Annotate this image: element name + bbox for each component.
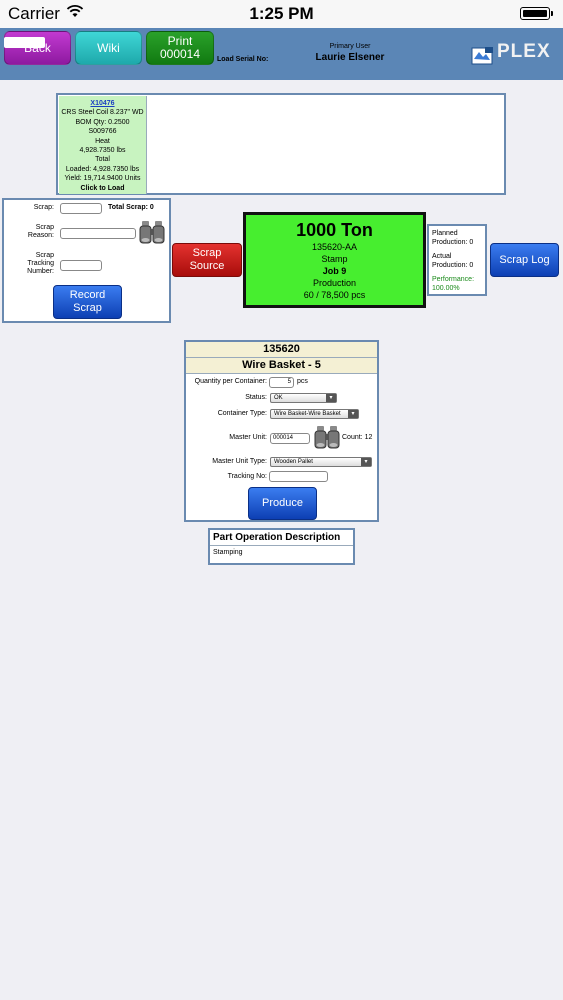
load-serial-label: Load Serial No: [217, 56, 269, 63]
workcenter-name: 1000 Ton [296, 220, 373, 240]
scrap-tracking-label-l3: Number: [27, 268, 54, 275]
record-scrap-l2: Scrap [73, 302, 102, 314]
count-text: Count: 12 [342, 434, 373, 441]
record-scrap-button[interactable]: Record Scrap [53, 285, 122, 319]
load-line: Loaded: 4,928.7350 lbs [65, 165, 140, 173]
workcenter-part: 135620-AA [311, 242, 358, 252]
scrap-reason-label: Scrap Reason: [6, 224, 54, 240]
clock: 1:25 PM [249, 4, 314, 23]
master-unit-input[interactable]: 000014 [270, 433, 310, 444]
chevron-down-icon: ▾ [348, 410, 358, 418]
scrap-reason-input[interactable] [60, 228, 136, 239]
master-unit-label: Master Unit: [229, 434, 267, 441]
load-line: BOM Qty: 0.2500 [75, 118, 130, 126]
chevron-down-icon: ▾ [361, 458, 371, 466]
tracking-label: Tracking No: [227, 473, 267, 480]
actual-value: Production: 0 [432, 262, 474, 269]
print-button[interactable]: Print 000014 [146, 31, 214, 65]
load-panel: X10476 CRS Steel Coil 8.237" WD BOM Qty:… [56, 93, 506, 195]
status-label: Status: [245, 394, 267, 401]
workcenter-job: Job 9 [322, 266, 347, 276]
scrap-reason-label-l1: Scrap [35, 224, 54, 231]
load-line: Yield: 19,714.9400 Units [64, 175, 141, 183]
part-operation-title: Part Operation Description [210, 530, 353, 546]
load-line: Heat [95, 137, 110, 145]
load-line: S009766 [88, 128, 117, 136]
primary-user-label: Primary User [329, 43, 371, 50]
scrap-tracking-label: Scrap Tracking Number: [6, 252, 54, 276]
scrap-source-l1: Scrap [192, 247, 222, 259]
chevron-down-icon: ▾ [326, 394, 336, 402]
performance-label: Performance: [432, 276, 475, 283]
planned-value: Production: 0 [432, 239, 474, 246]
battery-tip [551, 11, 553, 16]
binoculars-icon[interactable] [139, 219, 165, 250]
container-type-select[interactable]: Wire Basket-Wire Basket ▾ [270, 409, 359, 419]
qty-unit: pcs [297, 378, 308, 385]
produce-button[interactable]: Produce [248, 487, 317, 520]
scrap-log-button[interactable]: Scrap Log [490, 243, 559, 277]
part-number: 135620 [186, 342, 377, 358]
load-line: CRS Steel Coil 8.237" WD [61, 109, 144, 117]
container-type-value: Wire Basket-Wire Basket [274, 411, 341, 417]
status-value: OK [274, 395, 283, 401]
production-panel: Planned Production: 0 Actual Production:… [427, 224, 487, 296]
master-unit-type-select[interactable]: Wooden Pallet ▾ [270, 457, 372, 467]
scrap-panel: Scrap: Total Scrap: 0 Scrap Reason: Scra… [2, 198, 171, 323]
record-scrap-l1: Record [69, 289, 106, 301]
performance-value: 100.00% [432, 285, 460, 292]
click-to-load: Click to Load [80, 184, 125, 192]
binoculars-icon[interactable] [314, 424, 340, 455]
battery-icon [520, 7, 550, 20]
load-tile[interactable]: X10476 CRS Steel Coil 8.237" WD BOM Qty:… [59, 96, 147, 194]
planned-label: Planned [432, 230, 458, 237]
load-link[interactable]: X10476 [59, 99, 146, 108]
container-panel: 135620 Wire Basket - 5 Quantity per Cont… [184, 340, 379, 522]
scrap-source-button[interactable]: Scrap Source [172, 243, 242, 277]
tracking-input[interactable] [269, 471, 328, 482]
scrap-qty-input[interactable] [60, 203, 102, 214]
scrap-source-l2: Source [189, 260, 225, 272]
load-line: 4,928.7350 lbs [79, 147, 126, 155]
workcenter-operation: Stamp [321, 254, 348, 264]
container-type-label: Container Type: [217, 410, 267, 417]
total-scrap: Total Scrap: 0 [108, 204, 154, 211]
workcenter-status-text: Production [312, 278, 357, 288]
status-select[interactable]: OK ▾ [270, 393, 337, 403]
plex-logo-text: PLEX [497, 41, 551, 62]
part-operation-panel: Part Operation Description Stamping [208, 528, 355, 565]
scrap-tracking-label-l2: Tracking [27, 260, 54, 267]
load-line: Total [95, 156, 110, 164]
wiki-button[interactable]: Wiki [75, 31, 142, 65]
part-name: Wire Basket - 5 [186, 358, 377, 374]
actual-label: Actual [432, 253, 452, 260]
header-tab[interactable] [4, 37, 45, 48]
workcenter-status[interactable]: 1000 Ton 135620-AA Stamp Job 9 Productio… [243, 212, 426, 308]
workcenter-count: 60 / 78,500 pcs [303, 290, 366, 300]
scrap-reason-label-l2: Reason: [27, 232, 54, 239]
qty-label: Quantity per Container: [194, 378, 267, 385]
qty-input[interactable]: 5 [269, 377, 294, 388]
print-serial: 000014 [159, 47, 201, 61]
scrap-tracking-input[interactable] [60, 260, 102, 271]
part-operation-value: Stamping [213, 549, 243, 556]
scrap-tracking-label-l1: Scrap [35, 252, 54, 259]
master-unit-type-label: Master Unit Type: [212, 458, 267, 465]
plex-logo-icon [471, 45, 495, 72]
primary-user-name: Laurie Elsener [315, 52, 385, 63]
scrap-label: Scrap: [33, 204, 54, 211]
master-unit-type-value: Wooden Pallet [274, 459, 313, 465]
